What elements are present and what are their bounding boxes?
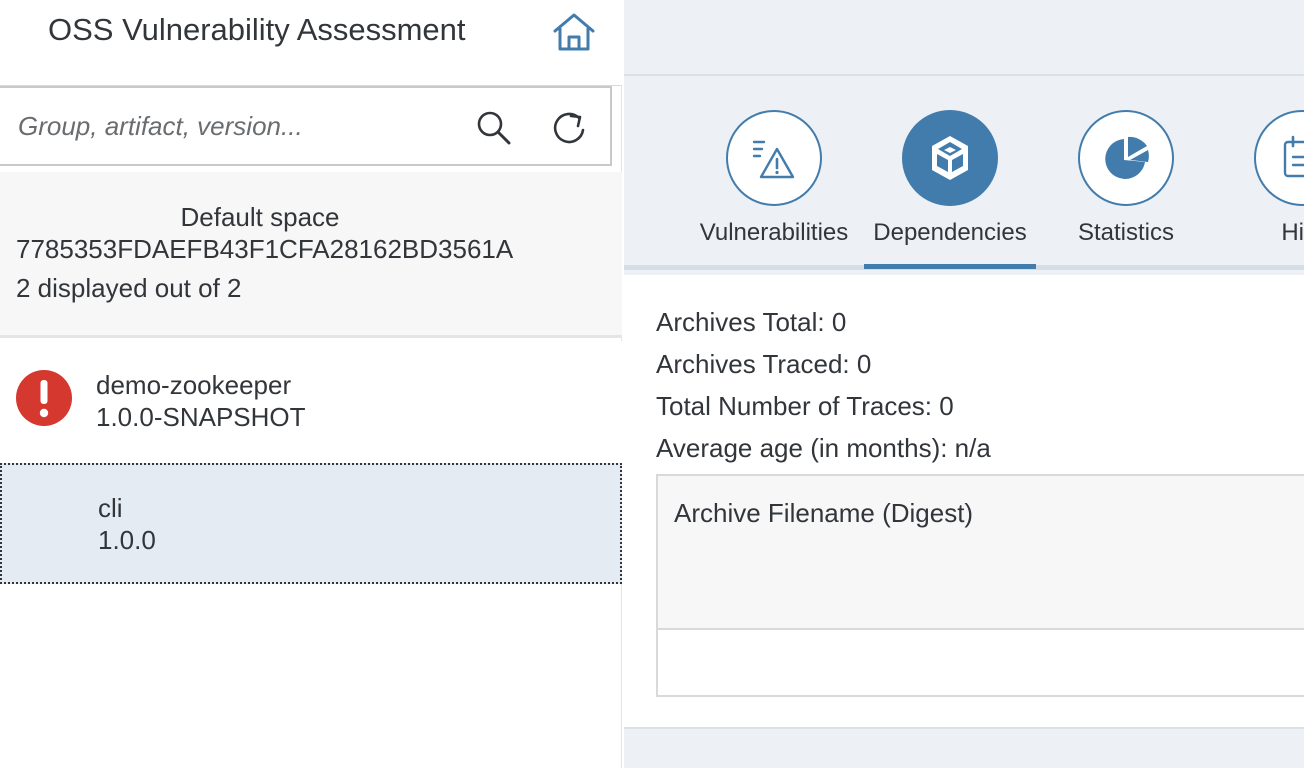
- space-name: Default space: [180, 202, 340, 232]
- home-button[interactable]: [548, 8, 600, 56]
- total-number-of-traces: Total Number of Traces: 0: [656, 391, 954, 421]
- selected-tab-indicator: [864, 264, 1036, 269]
- detail-header: [624, 0, 1304, 76]
- history-calendar-icon: [1283, 135, 1304, 178]
- tab-label: Dependencies: [873, 219, 1027, 246]
- detail-pane: Vulnerabilities Dependencies Statistics …: [624, 0, 1304, 768]
- master-header: OSS Vulnerability Assessment: [0, 0, 622, 86]
- tab-icon-circle: [1254, 110, 1304, 206]
- table-header: Archive Filename (Digest): [658, 476, 1304, 630]
- archives-total: Archives Total: 0: [656, 307, 847, 337]
- list-item-title: demo-zookeeper: [96, 370, 292, 400]
- space-info: Default space 7785353FDAEFB43F1CFA28162B…: [0, 172, 622, 338]
- tab-statistics[interactable]: Statistics: [1040, 78, 1212, 270]
- icon-tab-bar: Vulnerabilities Dependencies Statistics …: [624, 78, 1304, 270]
- refresh-button[interactable]: [546, 106, 594, 150]
- list-item[interactable]: demo-zookeeper 1.0.0-SNAPSHOT: [0, 341, 622, 463]
- archives-table: Archive Filename (Digest): [656, 474, 1304, 697]
- archives-traced: Archives Traced: 0: [656, 349, 872, 379]
- list-item-title: cli: [98, 493, 123, 523]
- pie-chart-icon: [1105, 136, 1149, 179]
- space-token: 7785353FDAEFB43F1CFA28162BD3561A: [16, 234, 514, 264]
- refresh-icon: [553, 112, 585, 144]
- search-bar: [0, 86, 612, 166]
- tab-vulnerabilities[interactable]: Vulnerabilities: [688, 78, 860, 270]
- detail-footer: [624, 731, 1304, 768]
- tab-dependencies[interactable]: Dependencies: [864, 78, 1036, 270]
- tab-label: Hist: [1281, 219, 1304, 246]
- list-item[interactable]: cli 1.0.0: [0, 463, 622, 584]
- error-icon: [16, 370, 72, 426]
- search-input[interactable]: [18, 102, 448, 150]
- tab-label: Vulnerabilities: [699, 219, 849, 246]
- search-button[interactable]: [470, 106, 518, 150]
- app-title: OSS Vulnerability Assessment: [48, 12, 466, 47]
- vulnerabilities-list-warning-icon: [752, 140, 795, 179]
- dependencies-panel: Archives Total: 0 Archives Traced: 0 Tot…: [624, 275, 1304, 729]
- column-header-archive-filename[interactable]: Archive Filename (Digest): [674, 498, 973, 529]
- search-icon: [477, 111, 511, 145]
- average-age: Average age (in months): n/a: [656, 433, 991, 463]
- space-count: 2 displayed out of 2: [16, 273, 242, 303]
- list-item-version: 1.0.0-SNAPSHOT: [96, 402, 306, 432]
- tab-icon-circle: [726, 110, 822, 206]
- tab-icon-circle: [902, 110, 998, 206]
- home-icon: [553, 13, 595, 51]
- tab-label: Statistics: [1077, 219, 1175, 246]
- dependencies-cubes-icon: [932, 136, 968, 180]
- list-item-version: 1.0.0: [98, 525, 156, 555]
- tab-history[interactable]: Hist: [1216, 78, 1304, 270]
- master-pane: OSS Vulnerability Assessment Default spa…: [0, 0, 622, 768]
- tab-icon-circle: [1078, 110, 1174, 206]
